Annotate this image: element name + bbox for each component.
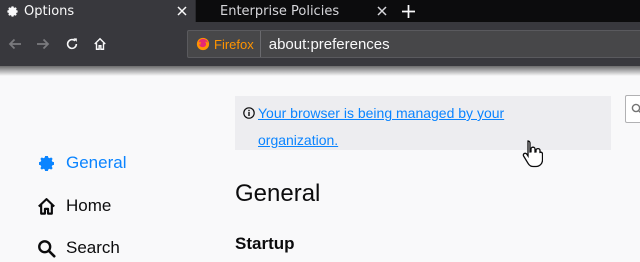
home-icon bbox=[36, 196, 56, 216]
identity-box[interactable]: Firefox bbox=[188, 31, 261, 57]
forward-arrow-icon bbox=[37, 38, 50, 50]
policies-banner: Your browser is being managed by your or… bbox=[235, 96, 611, 150]
tab-label: Options bbox=[24, 3, 75, 19]
section-title-startup: Startup bbox=[235, 234, 295, 253]
toolbar-shadow bbox=[0, 66, 640, 76]
find-in-options-input[interactable] bbox=[625, 95, 640, 123]
info-icon bbox=[243, 104, 255, 119]
sidebar-item-label: Search bbox=[66, 238, 120, 257]
hand-cursor-icon bbox=[521, 139, 544, 169]
url-bar[interactable]: Firefox about:preferences bbox=[187, 30, 640, 58]
gear-icon bbox=[36, 153, 56, 173]
navigation-toolbar: Firefox about:preferences bbox=[0, 22, 640, 66]
home-button[interactable] bbox=[88, 32, 112, 56]
back-button[interactable] bbox=[3, 32, 27, 56]
new-tab-button[interactable] bbox=[395, 0, 421, 22]
sidebar-item-general[interactable]: General bbox=[36, 151, 126, 175]
search-icon bbox=[36, 238, 56, 258]
sidebar-item-search[interactable]: Search bbox=[36, 236, 120, 260]
tab-enterprise-policies[interactable]: Enterprise Policies bbox=[195, 0, 395, 22]
close-icon[interactable] bbox=[373, 2, 391, 20]
tab-label: Enterprise Policies bbox=[220, 3, 340, 19]
sidebar-item-home[interactable]: Home bbox=[36, 194, 111, 218]
reload-button[interactable] bbox=[60, 32, 84, 56]
search-icon bbox=[631, 103, 640, 113]
identity-label: Firefox bbox=[214, 36, 254, 52]
firefox-logo-icon bbox=[196, 37, 210, 51]
gear-icon bbox=[5, 4, 19, 18]
reload-icon bbox=[66, 38, 78, 50]
url-input[interactable]: about:preferences bbox=[269, 36, 390, 53]
sidebar-item-label: General bbox=[66, 153, 127, 172]
forward-button[interactable] bbox=[31, 32, 55, 56]
sidebar-item-label: Home bbox=[66, 196, 112, 215]
back-arrow-icon bbox=[8, 38, 21, 50]
page-title: General bbox=[235, 180, 321, 207]
plus-icon bbox=[401, 4, 415, 18]
close-icon[interactable] bbox=[173, 2, 191, 20]
home-icon bbox=[94, 37, 106, 50]
tab-strip: Options Enterprise Policies bbox=[0, 0, 640, 22]
tab-options[interactable]: Options bbox=[0, 0, 195, 22]
page-icon bbox=[201, 4, 215, 18]
policies-link[interactable]: Your browser is being managed by your or… bbox=[258, 100, 558, 154]
